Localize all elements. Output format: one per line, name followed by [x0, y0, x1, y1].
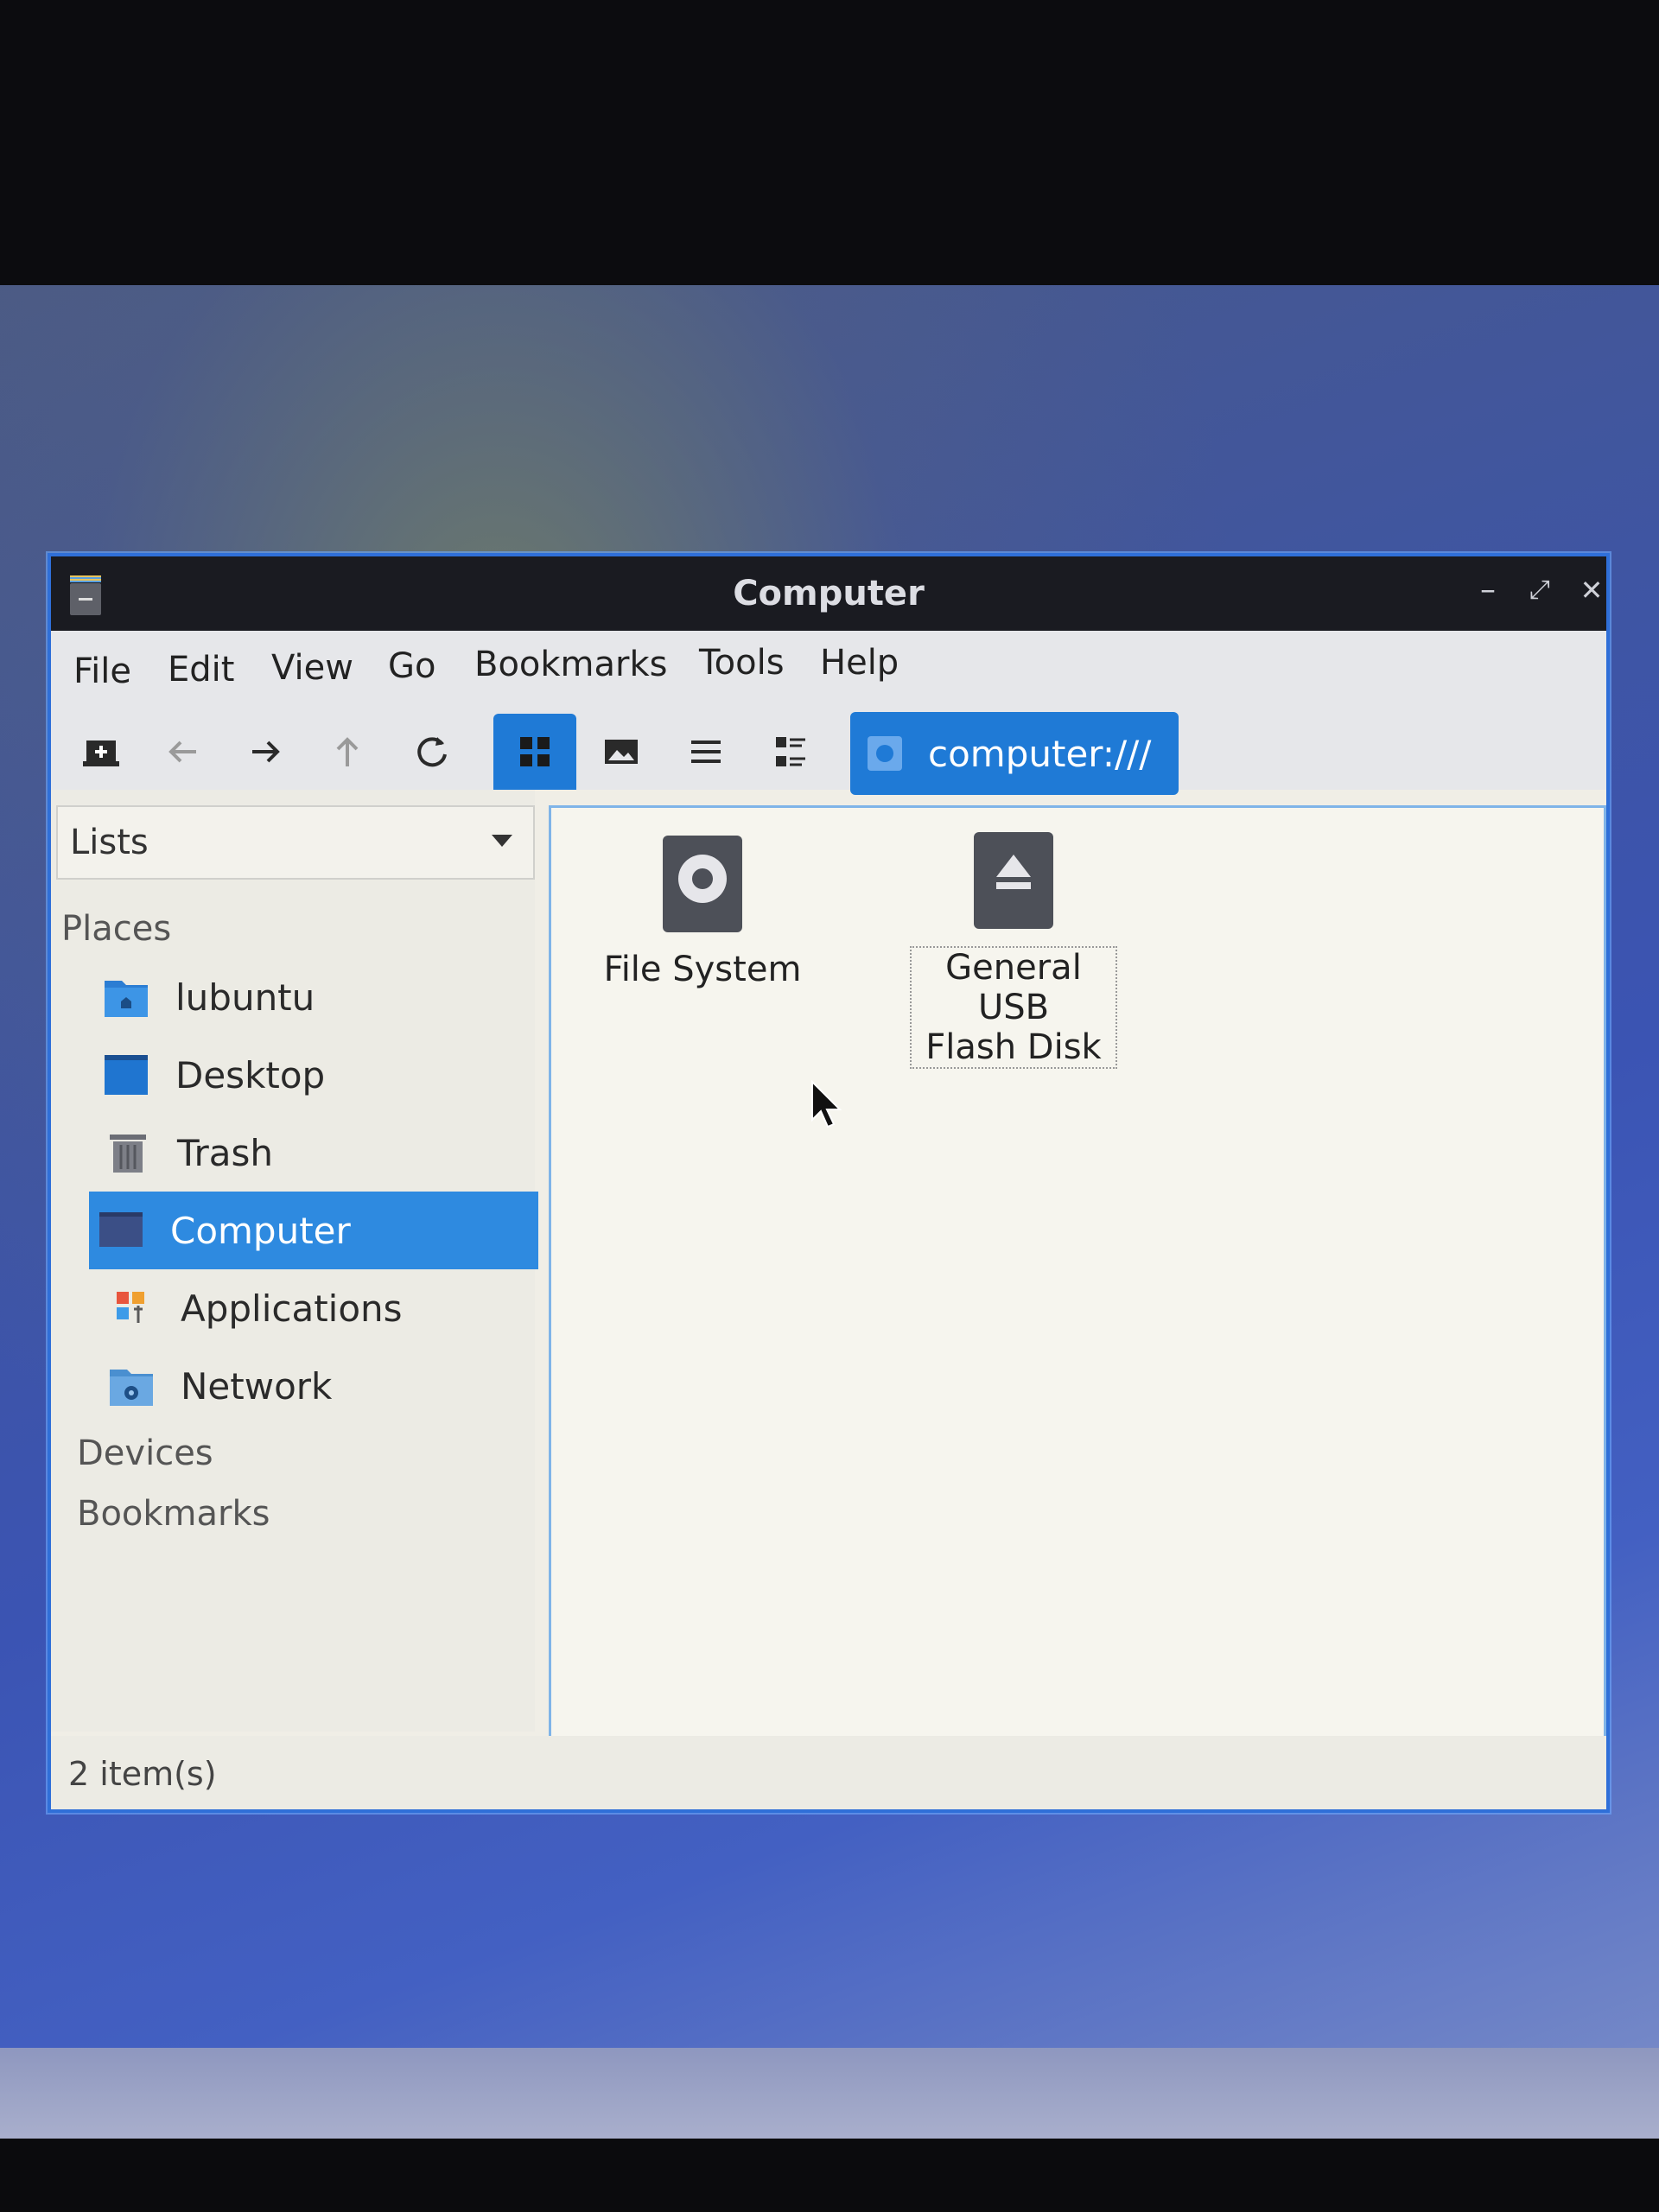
minimize-button[interactable]: – — [1468, 570, 1508, 610]
trash-icon — [105, 1131, 151, 1174]
home-folder-icon — [103, 976, 149, 1019]
sidebar-item-label: Applications — [181, 1287, 403, 1330]
file-item-label-line2: Flash Disk — [925, 1027, 1102, 1067]
chevron-down-icon — [492, 835, 512, 847]
close-button[interactable]: ✕ — [1572, 570, 1611, 610]
sidebar-item-label: Trash — [177, 1131, 273, 1174]
list-view-button[interactable] — [664, 714, 747, 790]
file-item-label: File System — [603, 950, 802, 989]
places-header: Places — [61, 909, 172, 949]
sidebar-item-label: Network — [181, 1364, 333, 1408]
file-view[interactable]: File System General USB Flash Disk — [549, 805, 1606, 1761]
sidebar-item-label: Desktop — [175, 1053, 326, 1096]
thumbnail-view-button[interactable] — [580, 714, 663, 790]
side-pane-mode-select[interactable]: Lists — [56, 805, 535, 880]
sidebar-item-applications[interactable]: Applications — [99, 1269, 549, 1347]
menu-bar: File Edit View Go Bookmarks Tools Help — [51, 631, 1606, 703]
toolbar: computer:/// — [51, 703, 1606, 795]
window-title: Computer — [733, 574, 925, 613]
list-view-icon — [691, 741, 721, 763]
location-text: computer:/// — [928, 732, 1152, 775]
file-item-label: General USB Flash Disk — [910, 946, 1117, 1069]
new-tab-icon — [83, 741, 119, 766]
file-item-file-system[interactable]: File System — [603, 836, 802, 989]
file-item-usb-flash-disk[interactable]: General USB Flash Disk — [910, 832, 1117, 1069]
network-folder-icon — [108, 1364, 155, 1408]
thumbnail-view-icon — [605, 740, 638, 764]
applications-icon — [108, 1287, 155, 1330]
back-icon — [168, 741, 196, 763]
detailed-view-button[interactable] — [749, 714, 832, 790]
bookmarks-header[interactable]: Bookmarks — [77, 1494, 270, 1534]
title-bar[interactable]: Computer – ⤢ ✕ — [51, 556, 1606, 631]
file-item-label-line1: General USB — [945, 948, 1082, 1027]
drive-icon — [868, 736, 902, 771]
menu-go[interactable]: Go — [388, 646, 435, 686]
menu-file[interactable]: File — [73, 652, 131, 691]
computer-icon — [98, 1209, 144, 1252]
devices-header[interactable]: Devices — [77, 1433, 213, 1473]
sidebar-item-lubuntu[interactable]: lubuntu — [94, 958, 543, 1036]
sidebar-item-computer[interactable]: Computer — [89, 1192, 538, 1269]
maximize-button[interactable]: ⤢ — [1520, 570, 1560, 610]
icon-view-button[interactable] — [493, 714, 576, 790]
hard-drive-icon — [663, 836, 742, 932]
sidebar-item-desktop[interactable]: Desktop — [94, 1036, 543, 1114]
sidebar-item-network[interactable]: Network — [99, 1347, 549, 1425]
location-bar[interactable]: computer:/// — [850, 712, 1179, 795]
menu-view[interactable]: View — [271, 648, 353, 688]
up-button[interactable] — [306, 714, 389, 790]
side-pane: Lists Places lubuntu Desktop Trash Compu… — [51, 790, 538, 1732]
desktop-icon — [103, 1053, 149, 1096]
reload-icon — [417, 737, 447, 767]
side-pane-mode-value: Lists — [70, 823, 149, 862]
item-count: 2 item(s) — [68, 1755, 217, 1793]
menu-help[interactable]: Help — [820, 643, 899, 683]
file-manager-window: Computer – ⤢ ✕ File Edit View Go Bookmar… — [48, 553, 1610, 1813]
sidebar-item-label: Computer — [170, 1209, 351, 1252]
sidebar-item-trash[interactable]: Trash — [96, 1114, 545, 1192]
icon-view-icon — [520, 737, 550, 766]
back-button[interactable] — [142, 714, 225, 790]
monitor-bezel — [0, 2139, 1659, 2212]
forward-icon — [252, 741, 280, 763]
mouse-pointer-icon — [811, 1080, 842, 1128]
menu-bookmarks[interactable]: Bookmarks — [474, 645, 667, 684]
eject-drive-icon — [974, 832, 1053, 929]
menu-edit[interactable]: Edit — [168, 650, 234, 690]
reload-button[interactable] — [390, 714, 473, 790]
new-tab-button[interactable] — [60, 714, 143, 790]
sidebar-item-label: lubuntu — [175, 976, 315, 1019]
forward-button[interactable] — [224, 714, 307, 790]
up-icon — [336, 737, 359, 766]
status-bar: 2 item(s) — [51, 1736, 1606, 1809]
detailed-view-icon — [776, 737, 805, 766]
menu-tools[interactable]: Tools — [699, 643, 785, 683]
